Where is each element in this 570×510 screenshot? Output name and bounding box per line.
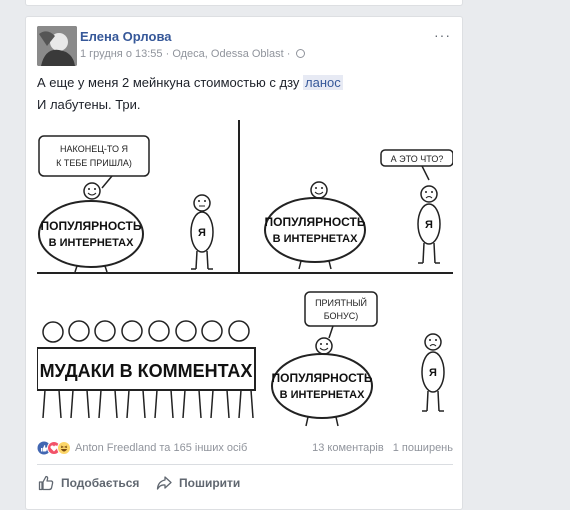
share-label: Поширити: [179, 476, 241, 490]
reaction-icons[interactable]: [37, 441, 73, 455]
post-text-line1: А еще у меня 2 мейнкуна стоимостью с дзу: [37, 75, 300, 90]
reactors-names[interactable]: Anton Freedland та 165 інших осіб: [75, 442, 247, 454]
author-avatar[interactable]: [37, 26, 77, 66]
divider: [37, 464, 453, 465]
panel1-popularity-line1: ПОПУЛЯРНОСТЬ: [41, 219, 142, 233]
post-timestamp[interactable]: 1 грудня о 13:55: [80, 48, 163, 60]
panel3-me-label: Я: [429, 367, 437, 379]
previous-post-card: [25, 0, 463, 6]
post-location[interactable]: Одеса, Odessa Oblast: [172, 48, 283, 60]
panel4-speech-line1: ПРИЯТНЫЙ: [315, 297, 367, 308]
share-button[interactable]: Поширити: [156, 472, 240, 494]
panel1-speech-line1: НАКОНЕЦ-ТО Я: [60, 144, 128, 154]
post-meta: 1 грудня о 13:55 · Одеса, Odessa Oblast …: [80, 48, 306, 60]
post-text-line2: И лабутены. Три.: [37, 97, 141, 112]
engagement-counts: 13 коментарів 1 поширень: [306, 442, 453, 454]
comic-image[interactable]: НАКОНЕЦ-ТО Я К ТЕБЕ ПРИШЛА) ПОПУЛЯРНОСТЬ…: [36, 120, 454, 432]
haha-icon: [57, 441, 71, 455]
panel-1: НАКОНЕЦ-ТО Я К ТЕБЕ ПРИШЛА) ПОПУЛЯРНОСТЬ…: [38, 135, 214, 273]
panel2-me-label: Я: [425, 219, 433, 231]
mudaki-label: МУДАКИ В КОММЕНТАХ: [40, 361, 253, 381]
like-button[interactable]: Подобається: [38, 472, 139, 494]
like-label: Подобається: [61, 476, 140, 490]
post-text: А еще у меня 2 мейнкуна стоимостью с дзу…: [37, 72, 343, 116]
panel1-popularity-line2: В ИНТЕРНЕТАХ: [49, 237, 134, 249]
panel3-popularity-line2: В ИНТЕРНЕТАХ: [280, 389, 365, 401]
share-arrow-icon: [156, 476, 172, 490]
panel-2: А ЭТО ЧТО? ПОПУЛЯРНОСТЬ В ИНТЕРНЕТАХ Я: [264, 149, 454, 270]
panel1-speech-line2: К ТЕБЕ ПРИШЛА): [56, 158, 132, 168]
panel3-popularity-line1: ПОПУЛЯРНОСТЬ: [272, 371, 373, 385]
reactions-bar: Anton Freedland та 165 інших осіб 13 ком…: [37, 441, 453, 457]
post-text-link[interactable]: ланос: [303, 75, 343, 90]
panel1-me-label: Я: [198, 227, 206, 239]
panel-3: МУДАКИ В КОММЕНТАХ ПРИЯТНЫЙ БОНУС) ПОПУЛ…: [36, 291, 445, 427]
globe-icon[interactable]: [296, 49, 306, 58]
comments-count[interactable]: 13 коментарів: [312, 442, 384, 454]
shares-count[interactable]: 1 поширень: [393, 442, 453, 454]
thumbs-up-icon: [38, 475, 54, 491]
panel4-speech-line2: БОНУС): [324, 311, 359, 321]
panel2-speech: А ЭТО ЧТО?: [391, 154, 444, 164]
panel2-popularity-line2: В ИНТЕРНЕТАХ: [273, 233, 358, 245]
author-name[interactable]: Елена Орлова: [80, 29, 172, 44]
more-options-icon[interactable]: ···: [434, 27, 451, 43]
panel2-popularity-line1: ПОПУЛЯРНОСТЬ: [265, 215, 366, 229]
post-card: Елена Орлова 1 грудня о 13:55 · Одеса, O…: [25, 16, 463, 510]
